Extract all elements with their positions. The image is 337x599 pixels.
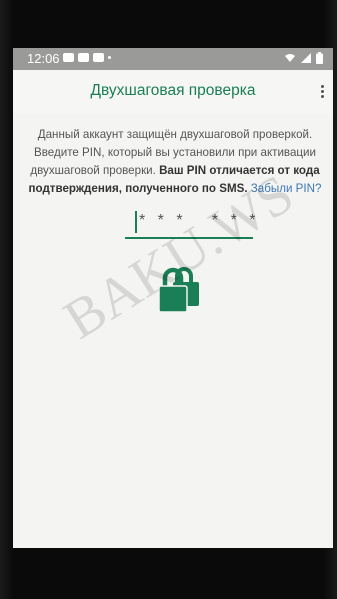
battery-icon	[316, 52, 323, 64]
youtube-notification-icon-2	[93, 53, 104, 62]
more-notifications-icon	[108, 56, 111, 59]
signal-icon	[301, 53, 311, 63]
screen: 12:06 Двухшаговая проверка Данный аккаун…	[13, 48, 333, 548]
app-bar: Двухшаговая проверка	[13, 70, 333, 114]
system-icons	[284, 52, 323, 64]
gallery-notification-icon	[63, 53, 74, 62]
page-title: Двухшаговая проверка	[90, 82, 256, 99]
wifi-icon	[285, 54, 295, 62]
status-time: 12:06	[27, 51, 60, 66]
notification-icons	[63, 53, 111, 62]
status-bar: 12:06	[13, 48, 333, 70]
youtube-notification-icon	[78, 53, 89, 62]
more-vert-icon[interactable]	[319, 84, 325, 100]
text-cursor	[135, 211, 137, 233]
